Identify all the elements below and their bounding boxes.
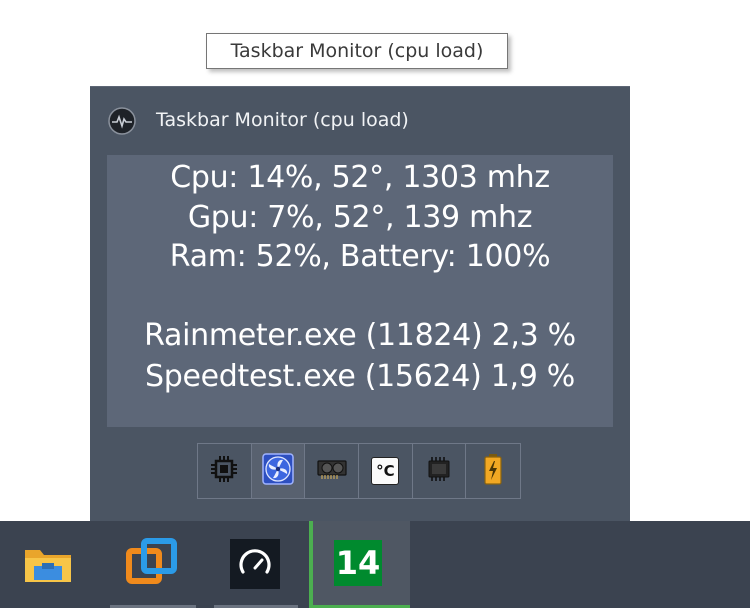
cpu-chip-icon	[209, 454, 239, 488]
top-process-line-1: Rainmeter.exe (11824) 2,3 %	[144, 318, 576, 353]
battery-icon	[483, 453, 503, 489]
gpu-stats-line: Gpu: 7%, 52°, 139 mhz	[187, 200, 533, 235]
window-preview[interactable]: Cpu: 14%, 52°, 1303 mhz Gpu: 7%, 52°, 13…	[107, 155, 613, 427]
taskbar: 14	[0, 521, 750, 608]
tooltip: Taskbar Monitor (cpu load)	[206, 33, 508, 69]
cpu-load-tile: 14	[334, 540, 382, 586]
popup-title: Taskbar Monitor (cpu load)	[156, 109, 409, 131]
gpu-card-icon	[316, 457, 348, 485]
temperature-button[interactable]: °C	[359, 444, 413, 498]
taskbar-thumbnail-popup[interactable]: Taskbar Monitor (cpu load) Cpu: 14%, 52°…	[90, 86, 630, 523]
ram-button[interactable]	[413, 444, 467, 498]
tooltip-text: Taskbar Monitor (cpu load)	[230, 40, 484, 62]
active-side-indicator	[309, 521, 313, 608]
file-explorer-icon	[24, 544, 72, 588]
taskbar-item-speedtest[interactable]	[214, 521, 298, 608]
taskbar-item-file-explorer[interactable]	[0, 521, 98, 608]
ram-battery-line: Ram: 52%, Battery: 100%	[169, 239, 551, 274]
fan-button[interactable]	[251, 444, 306, 498]
virtual-desktop-app-icon	[126, 537, 178, 593]
thumbnail-toolbar: °C	[197, 443, 521, 499]
top-process-line-2: Speedtest.exe (15624) 1,9 %	[145, 359, 575, 394]
temperature-celsius-icon: °C	[371, 457, 400, 485]
battery-button[interactable]	[466, 444, 520, 498]
taskbar-item-virtual-desktop-app[interactable]	[110, 521, 196, 608]
speedtest-gauge-icon	[230, 539, 280, 589]
cpu-stats-line: Cpu: 14%, 52°, 1303 mhz	[170, 160, 550, 195]
taskbar-monitor-app-icon	[108, 107, 136, 135]
fan-icon	[262, 453, 294, 489]
cpu-button[interactable]	[198, 444, 252, 498]
gpu-button[interactable]	[305, 444, 360, 498]
taskbar-item-taskbar-monitor[interactable]: 14	[309, 521, 410, 608]
ram-chip-icon	[424, 456, 454, 486]
